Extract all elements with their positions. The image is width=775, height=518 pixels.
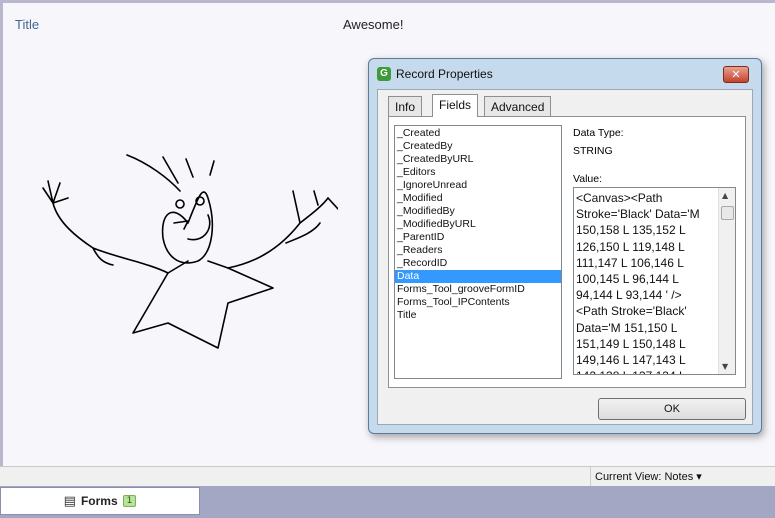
value-scrollbar[interactable]: ▲ ▼ (718, 188, 735, 374)
field-list-item[interactable]: Data (395, 270, 561, 283)
field-list-item[interactable]: _CreatedByURL (395, 153, 561, 166)
value-text: <Canvas><Path Stroke='Black' Data='M 150… (576, 191, 700, 374)
field-list-item[interactable]: Forms_Tool_grooveFormID (395, 283, 561, 296)
data-type-label: Data Type: (573, 127, 624, 139)
forms-tab-label: Forms (80, 494, 118, 508)
ok-button[interactable]: OK (598, 398, 746, 420)
field-list-item[interactable]: _IgnoreUnread (395, 179, 561, 192)
field-list-item[interactable]: _Created (395, 127, 561, 140)
field-list-item[interactable]: _CreatedBy (395, 140, 561, 153)
data-type-value: STRING (573, 145, 613, 157)
status-bar: Current View: Notes ▾ (0, 466, 775, 487)
record-properties-dialog: G Record Properties ✕ Info Fields Advanc… (368, 58, 762, 434)
field-list-item[interactable]: _Editors (395, 166, 561, 179)
sketch-drawing (42, 154, 338, 349)
scroll-down-arrow-icon[interactable]: ▼ (722, 362, 728, 371)
dialog-title: Record Properties (396, 67, 493, 81)
title-field-value[interactable]: Awesome! (343, 17, 403, 32)
fields-panel: _Created _CreatedBy _CreatedByURL _Editors _… (388, 116, 746, 388)
fields-listbox[interactable]: _Created _CreatedBy _CreatedByURL _Editors _… (394, 125, 562, 379)
field-list-item[interactable]: _Modified (395, 192, 561, 205)
field-list-item[interactable]: Title (395, 309, 561, 322)
bottom-tab-bar: ▤ Forms 1 (0, 486, 775, 518)
field-list-item[interactable]: _Readers (395, 244, 561, 257)
field-list-item[interactable]: Forms_Tool_IPContents (395, 296, 561, 309)
close-button[interactable]: ✕ (723, 66, 749, 83)
tab-fields[interactable]: Fields (432, 94, 479, 117)
field-list-item[interactable]: _ModifiedBy (395, 205, 561, 218)
value-textbox[interactable]: <Canvas><Path Stroke='Black' Data='M 150… (573, 187, 736, 375)
value-label: Value: (573, 173, 602, 185)
forms-icon: ▤ (63, 493, 76, 509)
scroll-thumb[interactable] (721, 206, 734, 220)
groove-app-icon: G (377, 67, 391, 81)
forms-count-badge: 1 (122, 495, 137, 507)
scroll-up-arrow-icon[interactable]: ▲ (722, 191, 728, 200)
dialog-client: Info Fields Advanced _Created _CreatedBy _… (377, 89, 753, 425)
field-list-item[interactable]: _ModifiedByURL (395, 218, 561, 231)
tab-advanced[interactable]: Advanced (484, 96, 552, 116)
field-list-item[interactable]: _ParentID (395, 231, 561, 244)
forms-tab[interactable]: ▤ Forms 1 (0, 487, 200, 515)
current-view-dropdown[interactable]: Current View: Notes ▾ (595, 470, 702, 483)
dialog-titlebar: G Record Properties (377, 67, 493, 81)
title-field-label: Title (15, 17, 40, 32)
tab-info[interactable]: Info (388, 96, 423, 116)
field-list-item[interactable]: _RecordID (395, 257, 561, 270)
